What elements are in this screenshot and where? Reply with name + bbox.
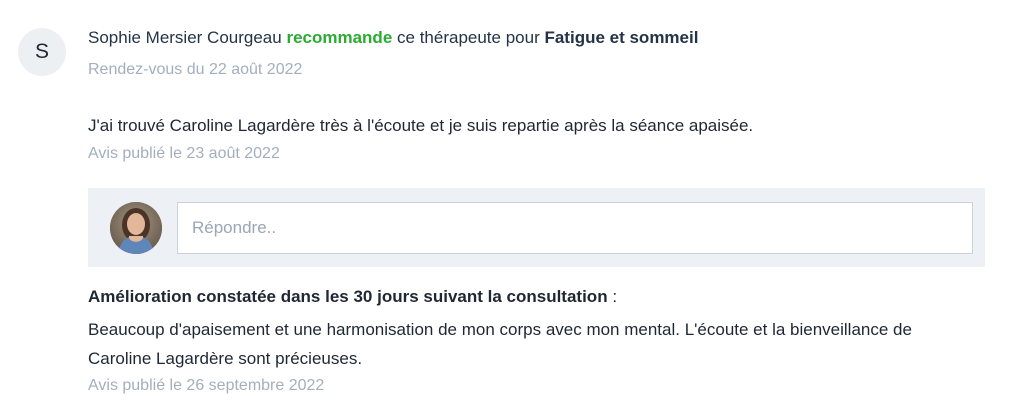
improvement-separator: :	[607, 287, 618, 306]
recommend-label: recommande	[286, 28, 393, 47]
therapist-avatar	[110, 202, 162, 254]
review-header: Sophie Mersier Courgeau recommande ce th…	[88, 28, 698, 48]
avatar-letter: S	[34, 40, 49, 63]
improvement-text: Beaucoup d'apaisement et une harmonisati…	[88, 320, 912, 368]
reply-section	[88, 188, 985, 267]
improvement-heading: Amélioration constatée dans les 30 jours…	[88, 287, 617, 307]
author-avatar: S	[18, 28, 66, 76]
appointment-date: Rendez-vous du 22 août 2022	[88, 61, 303, 78]
review-published-date: Avis publié le 23 août 2022	[88, 145, 280, 162]
author-name[interactable]: Sophie Mersier Courgeau	[88, 28, 282, 47]
review-topic: Fatigue et sommeil	[544, 28, 699, 47]
review-comment: J'ai trouvé Caroline Lagardère très à l'…	[88, 116, 754, 135]
header-middle-text: ce thérapeute pour	[397, 28, 540, 47]
improvement-published-date: Avis publié le 26 septembre 2022	[88, 377, 325, 394]
improvement-title: Amélioration constatée dans les 30 jours…	[88, 287, 608, 306]
review-card: S Sophie Mersier Courgeau recommande ce …	[0, 0, 1024, 413]
therapist-photo-icon	[110, 202, 162, 254]
reply-input[interactable]	[177, 202, 973, 254]
